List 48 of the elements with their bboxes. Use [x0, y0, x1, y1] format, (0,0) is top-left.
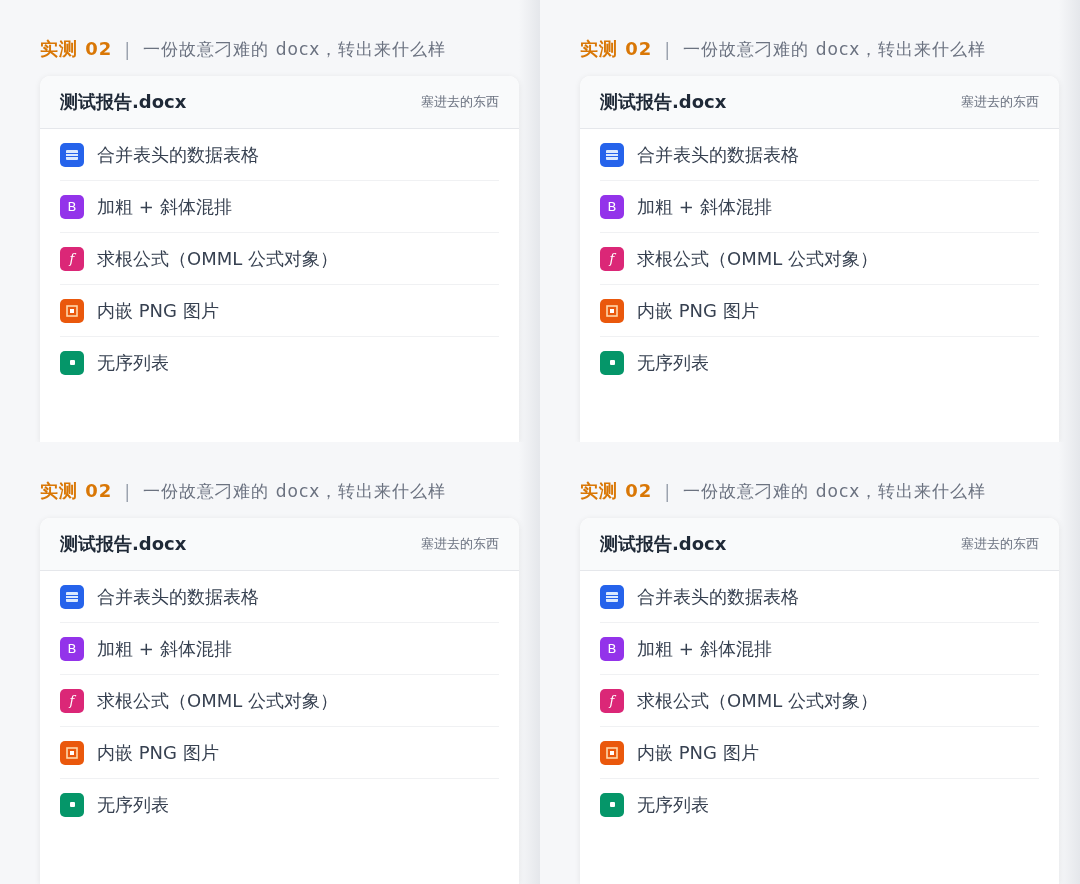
section-tag: 实测 02 — [580, 37, 653, 61]
section-subtitle: 一份故意刁难的 docx，转出来什么样 — [683, 37, 987, 61]
section-tag: 实测 02 — [40, 479, 113, 503]
item-label: 求根公式（OMML 公式对象） — [637, 246, 878, 271]
card-note: 塞进去的东西 — [421, 535, 499, 553]
separator: | — [664, 480, 672, 502]
item-label: 求根公式（OMML 公式对象） — [97, 246, 338, 271]
item-label: 内嵌 PNG 图片 — [97, 298, 219, 323]
section-subtitle: 一份故意刁难的 docx，转出来什么样 — [143, 37, 447, 61]
item-label: 合并表头的数据表格 — [97, 584, 259, 609]
item-label: 内嵌 PNG 图片 — [637, 740, 759, 765]
file-name: 测试报告.docx — [60, 532, 187, 556]
item-label: 合并表头的数据表格 — [97, 142, 259, 167]
card-note: 塞进去的东西 — [961, 93, 1039, 111]
section-subtitle: 一份故意刁难的 docx，转出来什么样 — [683, 479, 987, 503]
separator: | — [664, 38, 672, 60]
item-label: 加粗 + 斜体混排 — [97, 636, 232, 661]
item-label: 内嵌 PNG 图片 — [97, 740, 219, 765]
formula-icon: f — [600, 688, 624, 713]
item-label: 求根公式（OMML 公式对象） — [637, 688, 878, 713]
item-label: 合并表头的数据表格 — [637, 584, 799, 609]
item-label: 求根公式（OMML 公式对象） — [97, 688, 338, 713]
file-name: 测试报告.docx — [600, 532, 727, 556]
item-label: 无序列表 — [97, 792, 169, 817]
item-label: 无序列表 — [637, 350, 709, 375]
item-label: 加粗 + 斜体混排 — [97, 194, 232, 219]
section-tag: 实测 02 — [580, 479, 653, 503]
formula-icon: f — [600, 246, 624, 271]
separator: | — [124, 480, 132, 502]
separator: | — [124, 38, 132, 60]
bold-icon: B — [60, 636, 84, 661]
item-label: 内嵌 PNG 图片 — [637, 298, 759, 323]
card-note: 塞进去的东西 — [961, 535, 1039, 553]
card-note: 塞进去的东西 — [421, 93, 499, 111]
bold-icon: B — [600, 636, 624, 661]
section-tag: 实测 02 — [40, 37, 113, 61]
item-label: 无序列表 — [637, 792, 709, 817]
file-name: 测试报告.docx — [60, 90, 187, 114]
item-label: 无序列表 — [97, 350, 169, 375]
section-subtitle: 一份故意刁难的 docx，转出来什么样 — [143, 479, 447, 503]
bold-icon: B — [60, 194, 84, 219]
formula-icon: f — [60, 688, 84, 713]
file-name: 测试报告.docx — [600, 90, 727, 114]
formula-icon: f — [60, 246, 84, 271]
item-label: 加粗 + 斜体混排 — [637, 636, 772, 661]
bold-icon: B — [600, 194, 624, 219]
item-label: 合并表头的数据表格 — [637, 142, 799, 167]
item-label: 加粗 + 斜体混排 — [637, 194, 772, 219]
